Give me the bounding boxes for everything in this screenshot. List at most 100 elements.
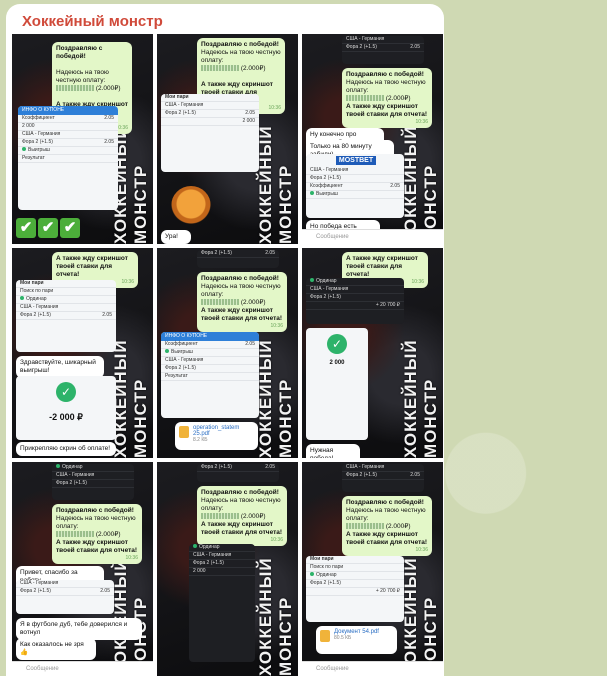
- media-grid: ХОККЕЙНЫЙ МОНСТР Поздравляю с победой! Н…: [12, 34, 444, 676]
- match-row: США - Германия: [342, 464, 424, 472]
- stake-row: 2 000: [189, 568, 255, 576]
- media-tile-6[interactable]: ХОККЕЙНЫЙ МОНСТР А также жду скриншот тв…: [302, 248, 443, 458]
- market-row: Фора 2 (+1.5) 2.05: [18, 139, 118, 147]
- football-text: Я в футболе дуб, тебе доверился и вотнул: [20, 621, 128, 636]
- media-tile-3[interactable]: ХОККЕЙНЫЙ МОНСТР США - Германия Фора 2 (…: [302, 34, 443, 244]
- message-input[interactable]: Сообщение: [302, 229, 443, 244]
- spoiler-text[interactable]: [346, 95, 384, 102]
- amount-text: (2.000₽): [385, 95, 411, 102]
- koef-row: Коэффициент 2.05: [18, 115, 118, 123]
- bet-screenshot[interactable]: Фора 2 (+1.5) 2.05: [197, 464, 279, 482]
- search-row[interactable]: Поиск по пари: [306, 564, 404, 572]
- await-text: А также жду скриншот твоей ставки для от…: [201, 521, 283, 536]
- match-row: США - Германия: [52, 472, 134, 480]
- await-text: А также жду скриншот твоей ставки для от…: [346, 103, 428, 118]
- won-row: Выигрыш: [18, 147, 118, 155]
- bet-screenshot[interactable]: США - Германия Фора 2 (+1.5) 2.05: [16, 580, 114, 614]
- market-row: Фора 2 (+1.5): [306, 175, 404, 183]
- market-name: Фора 2 (+1.5): [20, 312, 51, 318]
- amount-text: (2.000₽): [95, 85, 121, 92]
- market-row: Фора 2 (+1.5): [189, 560, 255, 568]
- koef-label: Коэффициент: [165, 341, 198, 347]
- payment-screenshot[interactable]: ✓ -2 000 ₽: [16, 376, 116, 440]
- single-row: Ординар: [306, 278, 404, 286]
- stake-value: 2 000: [242, 118, 255, 124]
- won-row: Выигрыш: [161, 349, 259, 357]
- search-row[interactable]: Поиск по пари: [16, 288, 116, 296]
- bet-screenshot[interactable]: Ординар США - Германия Фора 2 (+1.5) 2 0…: [189, 544, 255, 662]
- odds-value: 2.05: [390, 183, 400, 189]
- market-row: Фора 2 (+1.5) 2.05: [197, 464, 279, 472]
- odds-value: 2.05: [104, 115, 114, 121]
- payment-screenshot[interactable]: ✓ 2 000: [306, 328, 368, 440]
- turned-out-text: Как оказалось не зря 👍: [20, 641, 84, 656]
- bet-screenshot[interactable]: MOSTBET США - Германия Фора 2 (+1.5) Коэ…: [306, 154, 404, 218]
- bet-screenshot[interactable]: Мои пари Поиск по пари Ординар Фора 2 (+…: [306, 556, 404, 622]
- message-input[interactable]: Сообщение: [12, 661, 153, 676]
- await-text: А также жду скриншот твоей ставки для от…: [56, 539, 138, 554]
- spoiler-text[interactable]: [56, 85, 94, 92]
- spoiler-text[interactable]: [201, 513, 239, 520]
- single-row: Ординар: [52, 464, 134, 472]
- match-name: США - Германия: [56, 472, 95, 478]
- hope-pay-text: Надеюсь на твою честную оплату:: [346, 507, 426, 522]
- message-time: 10:36: [415, 119, 428, 125]
- bet-screenshot[interactable]: ИНФО О КУПОНЕ Коэффициент 2.05 2 000 США …: [18, 106, 118, 210]
- hello-win-text: Здравствуйте, шикарный выигрыш!: [20, 359, 96, 374]
- bet-screenshot[interactable]: Фора 2 (+1.5) 2.05: [197, 250, 279, 268]
- channel-title[interactable]: Хоккейный монстр: [22, 13, 163, 30]
- media-tile-1[interactable]: ХОККЕЙНЫЙ МОНСТР Поздравляю с победой! Н…: [12, 34, 153, 244]
- my-bets-row: Мои пари: [306, 556, 404, 564]
- market-name: Фора 2 (+1.5): [165, 365, 196, 371]
- market-row: Фора 2 (+1.5) 2.05: [16, 588, 114, 596]
- media-tile-9[interactable]: ХОККЕЙНЫЙ МОНСТР США - Германия Фора 2 (…: [302, 462, 443, 676]
- bet-screenshot[interactable]: Мои пари США - Германия Фора 2 (+1.5) 2.0…: [161, 94, 259, 172]
- payment-amount: 2 000: [329, 360, 345, 366]
- spoiler-text[interactable]: [56, 531, 94, 538]
- watermark-text: ХОККЕЙНЫЙ МОНСТР: [401, 339, 440, 458]
- await-text: А также жду скриншот твоей ставки для от…: [56, 255, 128, 278]
- bet-screenshot[interactable]: Ординар США - Германия Фора 2 (+1.5): [52, 464, 134, 500]
- amount-text: (2.000₽): [240, 299, 266, 306]
- market-name: Фора 2 (+1.5): [310, 294, 341, 300]
- media-tile-2[interactable]: ХОККЕЙНЫЙ МОНСТР Поздравляю с победой! Н…: [157, 34, 298, 244]
- bet-screenshot[interactable]: Ординар США - Германия Фора 2 (+1.5) + 2…: [306, 278, 404, 324]
- single-label: Ординар: [316, 278, 337, 284]
- media-tile-5[interactable]: ХОККЕЙНЫЙ МОНСТР Фора 2 (+1.5) 2.05 Поздр…: [157, 248, 298, 458]
- match-row: США - Германия: [189, 552, 255, 560]
- congrats-text: Поздравляю с победой!: [56, 507, 134, 514]
- match-row: США - Германия: [161, 102, 259, 110]
- result-label: Результат: [22, 155, 45, 161]
- message-input[interactable]: Сообщение: [302, 661, 443, 676]
- bet-screenshot[interactable]: США - Германия Фора 2 (+1.5) 2.05: [342, 36, 424, 64]
- message-bubble: Поздравляю с победой! Надеюсь на твою че…: [197, 272, 287, 332]
- market-row: Фора 2 (+1.5): [306, 580, 404, 588]
- spoiler-text[interactable]: [201, 65, 239, 72]
- single-label: Ординар: [316, 572, 337, 578]
- bet-screenshot[interactable]: ИНФО О КУПОНЕ Коэффициент 2.05 Выигрыш СШ…: [161, 332, 259, 418]
- pdf-attachment[interactable]: Документ 54.pdf 80.5 КБ: [316, 626, 397, 654]
- bear-sticker-icon: [171, 186, 211, 226]
- match-name: США - Германия: [346, 36, 385, 42]
- market-name: Фора 2 (+1.5): [346, 472, 377, 478]
- odds-value: 2.05: [104, 139, 114, 145]
- media-tile-7[interactable]: ХОККЕЙНЫЙ МОНСТР Ординар США - Германия …: [12, 462, 153, 676]
- spoiler-text[interactable]: [346, 523, 384, 530]
- media-tile-4[interactable]: ХОККЕЙНЫЙ МОНСТР А также жду скриншот тв…: [12, 248, 153, 458]
- match-name: США - Германия: [310, 286, 349, 292]
- message-bubble: Прикрепляю скрин об оплате!: [16, 442, 116, 456]
- market-row: Фора 2 (+1.5) 2.05: [342, 44, 424, 52]
- bet-screenshot[interactable]: США - Германия Фора 2 (+1.5) 2.05: [342, 464, 424, 492]
- message-bubble: Как оказалось не зря 👍: [16, 638, 96, 660]
- pdf-attachment[interactable]: operation_statem 25.pdf 8.2 КБ: [175, 422, 258, 450]
- single-label: Ординар: [26, 296, 47, 302]
- won-label: Выигрыш: [171, 349, 193, 355]
- match-name: США - Германия: [165, 102, 204, 108]
- bet-screenshot[interactable]: Мои пари Поиск по пари Ординар США - Гер…: [16, 280, 116, 352]
- media-tile-8[interactable]: ХОККЕЙНЫЙ МОНСТР Фора 2 (+1.5) 2.05 Поздр…: [157, 462, 298, 676]
- file-name: operation_statem 25.pdf: [193, 425, 240, 437]
- amount-text: (2.000₽): [240, 65, 266, 72]
- my-bets-label: Мои пари: [20, 280, 44, 286]
- stake-row: 2 000: [18, 123, 118, 131]
- spoiler-text[interactable]: [201, 299, 239, 306]
